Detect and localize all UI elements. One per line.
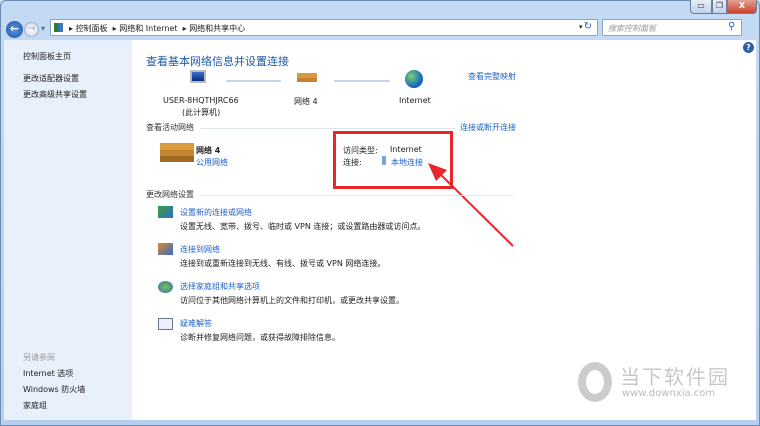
troubleshoot-icon bbox=[158, 318, 173, 330]
change-settings-heading: 更改网络设置 bbox=[146, 190, 194, 199]
task-link-troubleshoot[interactable]: 疑难解答 bbox=[180, 318, 212, 329]
watermark-text: 当下软件园 bbox=[620, 365, 730, 389]
homegroup-icon bbox=[158, 281, 173, 293]
task-desc: 访问位于其他网络计算机上的文件和打印机，或更改共享设置。 bbox=[180, 296, 404, 305]
task-link-connect-network[interactable]: 连接到网络 bbox=[180, 244, 220, 255]
task-link-homegroup[interactable]: 选择家庭组和共享选项 bbox=[180, 281, 260, 292]
task-link-new-connection[interactable]: 设置新的连接或网络 bbox=[180, 207, 252, 218]
connect-network-icon bbox=[158, 243, 173, 255]
divider bbox=[200, 195, 513, 196]
task-desc: 设置无线、宽带、拨号、临时或 VPN 连接；或设置路由器或访问点。 bbox=[180, 222, 426, 231]
task-desc: 连接到或重新连接到无线、有线、拨号或 VPN 网络连接。 bbox=[180, 259, 386, 268]
watermark-logo bbox=[578, 362, 612, 402]
watermark-url: www.downxia.com bbox=[622, 388, 716, 399]
task-desc: 诊断并修复网络问题，或获得故障排除信息。 bbox=[180, 333, 340, 342]
new-connection-icon bbox=[158, 206, 173, 218]
